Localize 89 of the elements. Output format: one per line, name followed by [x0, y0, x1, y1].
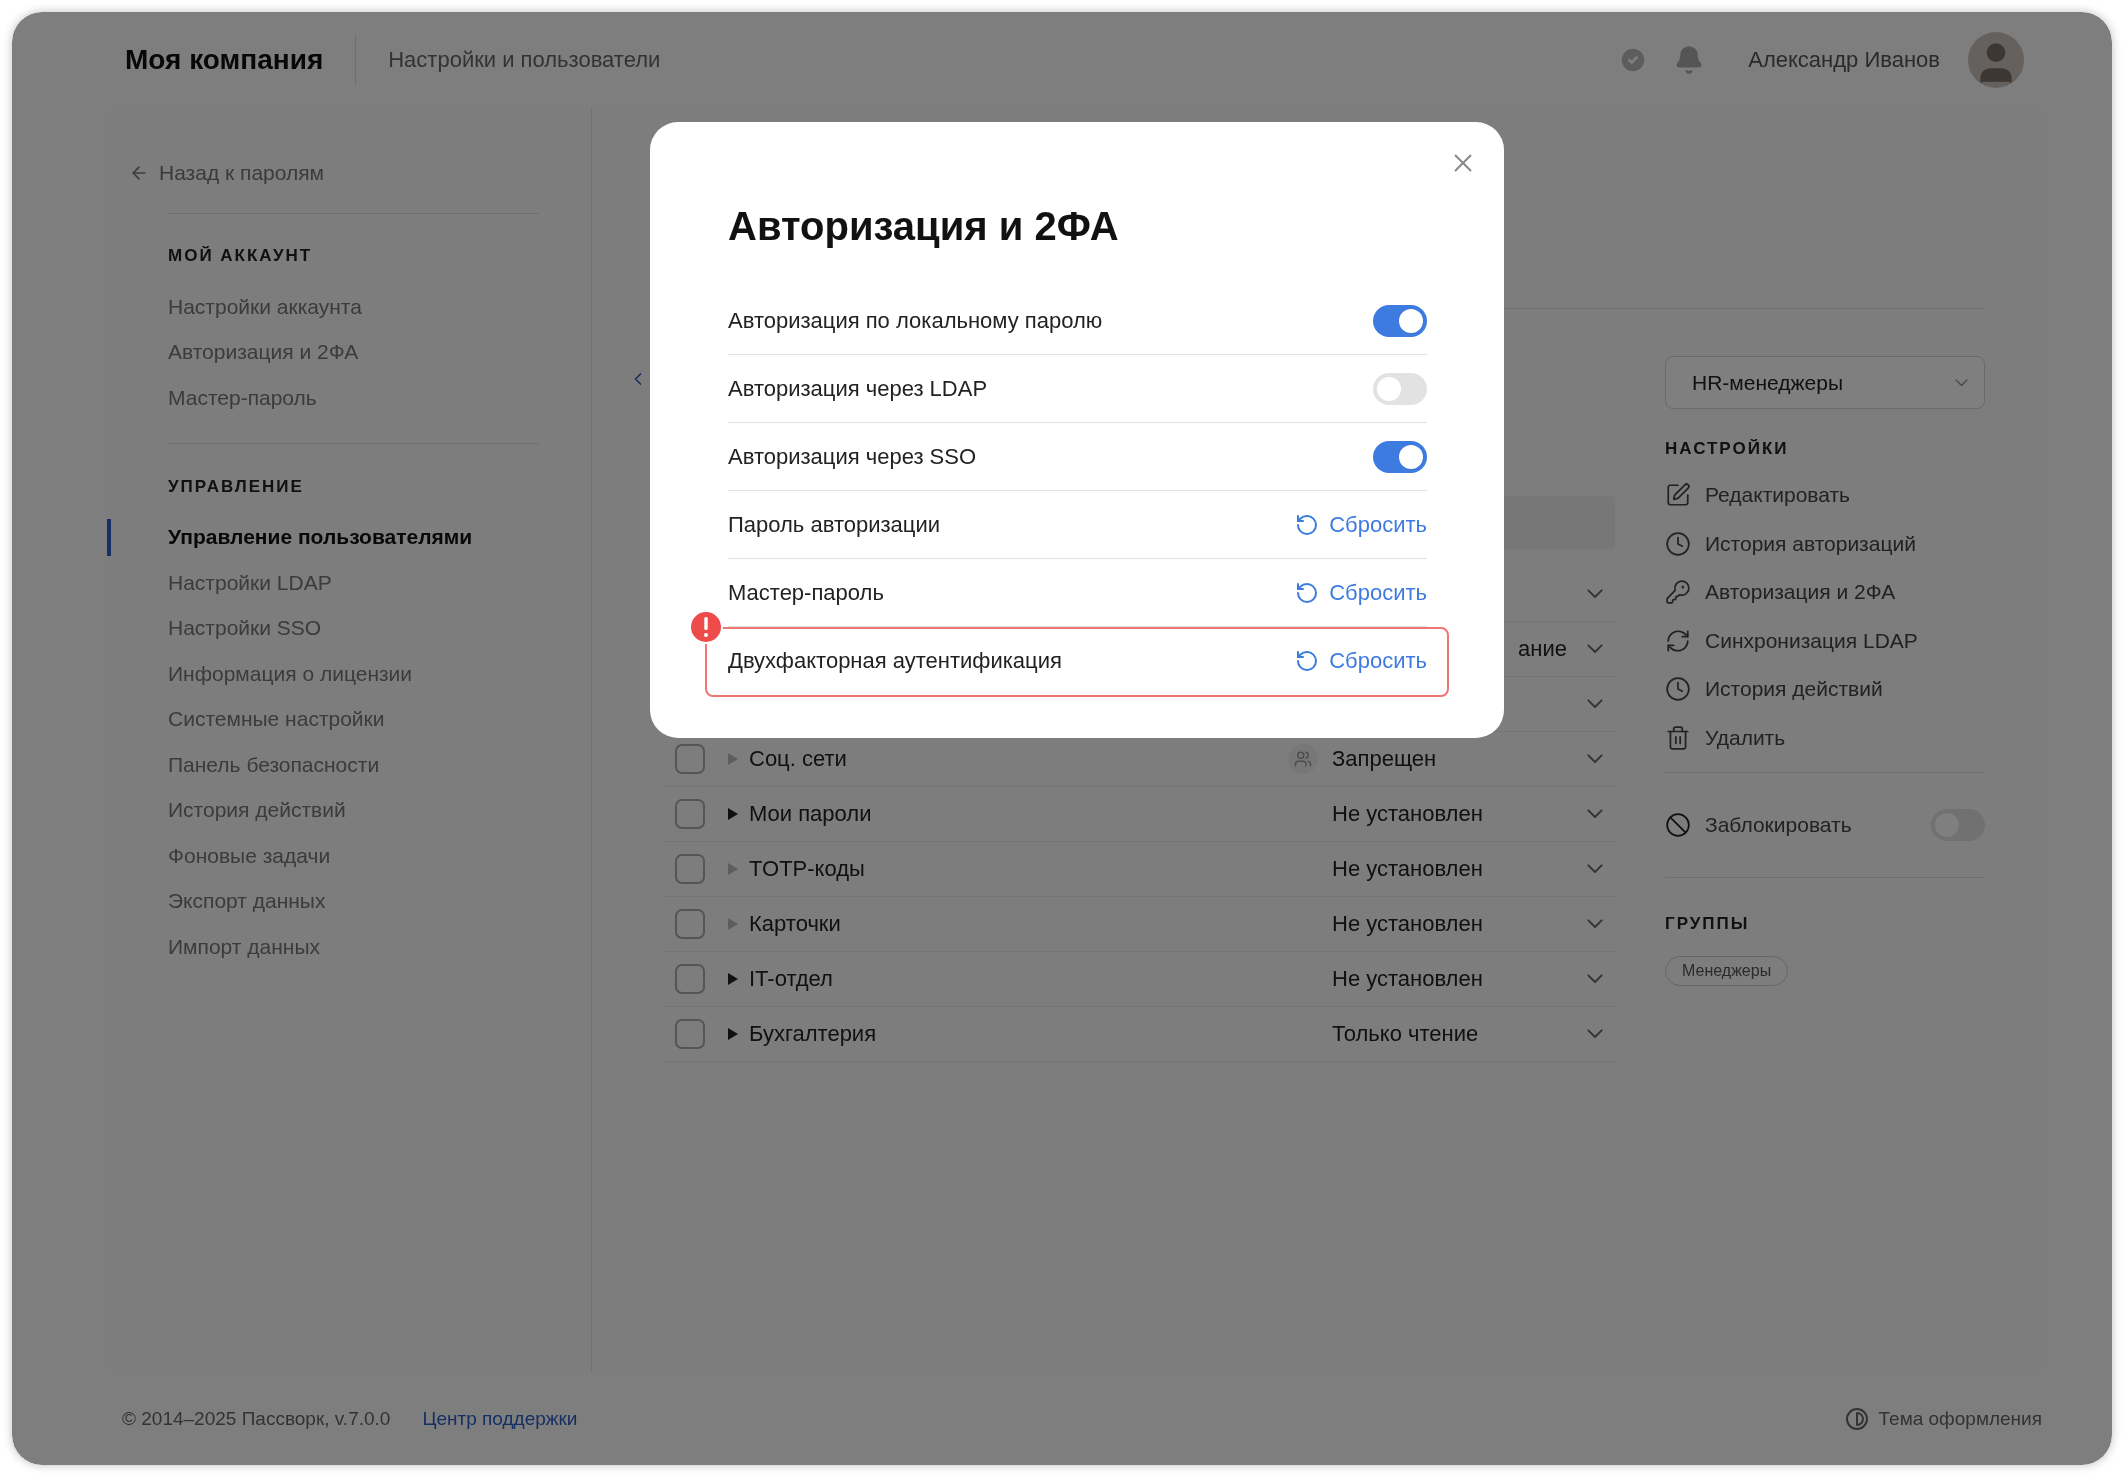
back-link[interactable]: Назад к паролям: [129, 153, 591, 193]
theme-toggle[interactable]: Тема оформления: [1844, 1407, 2042, 1431]
sidebar-item[interactable]: Экспорт данных: [107, 878, 591, 924]
page-section: Настройки и пользователи: [388, 46, 661, 73]
action-link[interactable]: История авторизаций: [1665, 519, 1985, 568]
table-cell: ание: [1518, 636, 1567, 662]
table-cell-text: Бухгалтерия: [749, 1021, 878, 1047]
action-link[interactable]: Авторизация и 2ФА: [1665, 568, 1985, 617]
table-cell: Не установлен: [1332, 856, 1483, 882]
sidebar-item[interactable]: Фоновые задачи: [107, 833, 591, 879]
table-cell-text: Мои пароли: [749, 801, 873, 827]
checkbox[interactable]: [675, 854, 705, 884]
setting-label: Двухфакторная аутентификация: [728, 648, 1062, 674]
table-cell-text: Карточки: [749, 911, 842, 937]
reset-link[interactable]: Сбросить: [1295, 648, 1427, 674]
block-label: Заблокировать: [1705, 813, 1853, 837]
copyright: © 2014–2025 Пассворк, v.7.0.0: [122, 1408, 391, 1430]
table-cell: Не установлен: [1332, 801, 1483, 827]
setting-label: Пароль авторизации: [728, 511, 940, 538]
table-cell-text: Соц. сети: [749, 746, 848, 772]
sidebar-item[interactable]: Управление пользователями: [107, 514, 591, 560]
checkbox[interactable]: [675, 909, 705, 939]
table-cell: Не установлен: [1332, 966, 1483, 992]
setting-label: Авторизация через SSO: [728, 443, 977, 470]
chevron-down-icon: [1955, 378, 1968, 387]
checkbox[interactable]: [675, 744, 705, 774]
sidebar-item[interactable]: История действий: [107, 787, 591, 833]
key-icon: [1665, 579, 1691, 606]
user-name[interactable]: Александр Иванов: [1748, 46, 1940, 73]
sidebar-item[interactable]: Настройки аккаунта: [107, 284, 591, 330]
sidebar-item[interactable]: Системные настройки: [107, 696, 591, 742]
trash-icon: [1665, 724, 1691, 751]
section-heading: МОЙ АККАУНТ: [168, 245, 314, 267]
sidebar-item[interactable]: Импорт данных: [107, 924, 591, 970]
chevron-down-icon[interactable]: [1587, 974, 1603, 984]
toggle-switch[interactable]: [1373, 440, 1427, 473]
table-cell: Запрещен: [1332, 746, 1437, 772]
toggle-switch[interactable]: [1373, 372, 1427, 405]
section-heading: ГРУППЫ: [1665, 913, 1751, 935]
reset-icon: [1295, 649, 1320, 673]
reset-icon: [1295, 580, 1320, 605]
chevron-down-icon[interactable]: [1587, 864, 1603, 874]
table-cell-text: TOTP-коды: [749, 856, 866, 882]
sidebar-item[interactable]: Панель безопасности: [107, 742, 591, 788]
action-link[interactable]: Удалить: [1665, 713, 1985, 762]
sidebar-item[interactable]: Информация о лицензии: [107, 651, 591, 697]
checkbox[interactable]: [675, 964, 705, 994]
company-name: Моя компания: [125, 43, 324, 76]
chevron-down-icon[interactable]: [1587, 754, 1603, 764]
toggle-switch[interactable]: [1373, 304, 1427, 337]
chevron-down-icon[interactable]: [1587, 1029, 1603, 1039]
checkbox[interactable]: [675, 1019, 705, 1049]
setting-label: Авторизация по локальному паролю: [728, 307, 1103, 334]
section-heading: УПРАВЛЕНИЕ: [168, 475, 305, 498]
error-icon: [689, 610, 723, 644]
modal-title: Авторизация и 2ФА: [728, 204, 1120, 249]
block-icon: [1665, 812, 1691, 838]
reset-link[interactable]: Сбросить: [1295, 579, 1427, 606]
group-dropdown[interactable]: HR-менеджеры: [1665, 356, 1985, 409]
expand-icon[interactable]: [727, 807, 739, 821]
clock-icon: [1665, 530, 1691, 557]
sync-icon: [1665, 627, 1691, 654]
action-link[interactable]: Синхронизация LDAP: [1665, 616, 1985, 665]
checkbox[interactable]: [675, 799, 705, 829]
sidebar-item[interactable]: Мастер-пароль: [107, 375, 591, 421]
chevron-down-icon[interactable]: [1587, 644, 1603, 654]
setting-label: Авторизация через LDAP: [728, 375, 988, 402]
contrast-icon: [1844, 1407, 1869, 1431]
setting-label: Мастер-пароль: [728, 579, 884, 606]
sidebar-item[interactable]: Авторизация и 2ФА: [107, 329, 591, 375]
support-link[interactable]: Центр поддержки: [422, 1408, 578, 1430]
sidebar-item[interactable]: Настройки SSO: [107, 605, 591, 651]
chevron-down-icon[interactable]: [1587, 699, 1603, 709]
section-heading: НАСТРОЙКИ: [1665, 438, 1790, 460]
table-cell: Только чтение: [1332, 1021, 1479, 1047]
expand-icon[interactable]: [727, 972, 739, 986]
table-cell-text: IT-отдел: [749, 966, 834, 992]
reset-link[interactable]: Сбросить: [1295, 511, 1427, 538]
sidebar-item[interactable]: Настройки LDAP: [107, 560, 591, 606]
expand-icon[interactable]: [727, 1027, 739, 1041]
chevron-down-icon[interactable]: [1587, 809, 1603, 819]
action-link[interactable]: История действий: [1665, 665, 1985, 714]
action-link[interactable]: Редактировать: [1665, 471, 1985, 520]
table-cell: Не установлен: [1332, 911, 1483, 937]
chevron-down-icon[interactable]: [1587, 919, 1603, 929]
reset-icon: [1295, 512, 1320, 537]
chevron-down-icon[interactable]: [1587, 589, 1603, 599]
edit-icon: [1665, 482, 1691, 509]
clock-icon: [1665, 676, 1691, 703]
